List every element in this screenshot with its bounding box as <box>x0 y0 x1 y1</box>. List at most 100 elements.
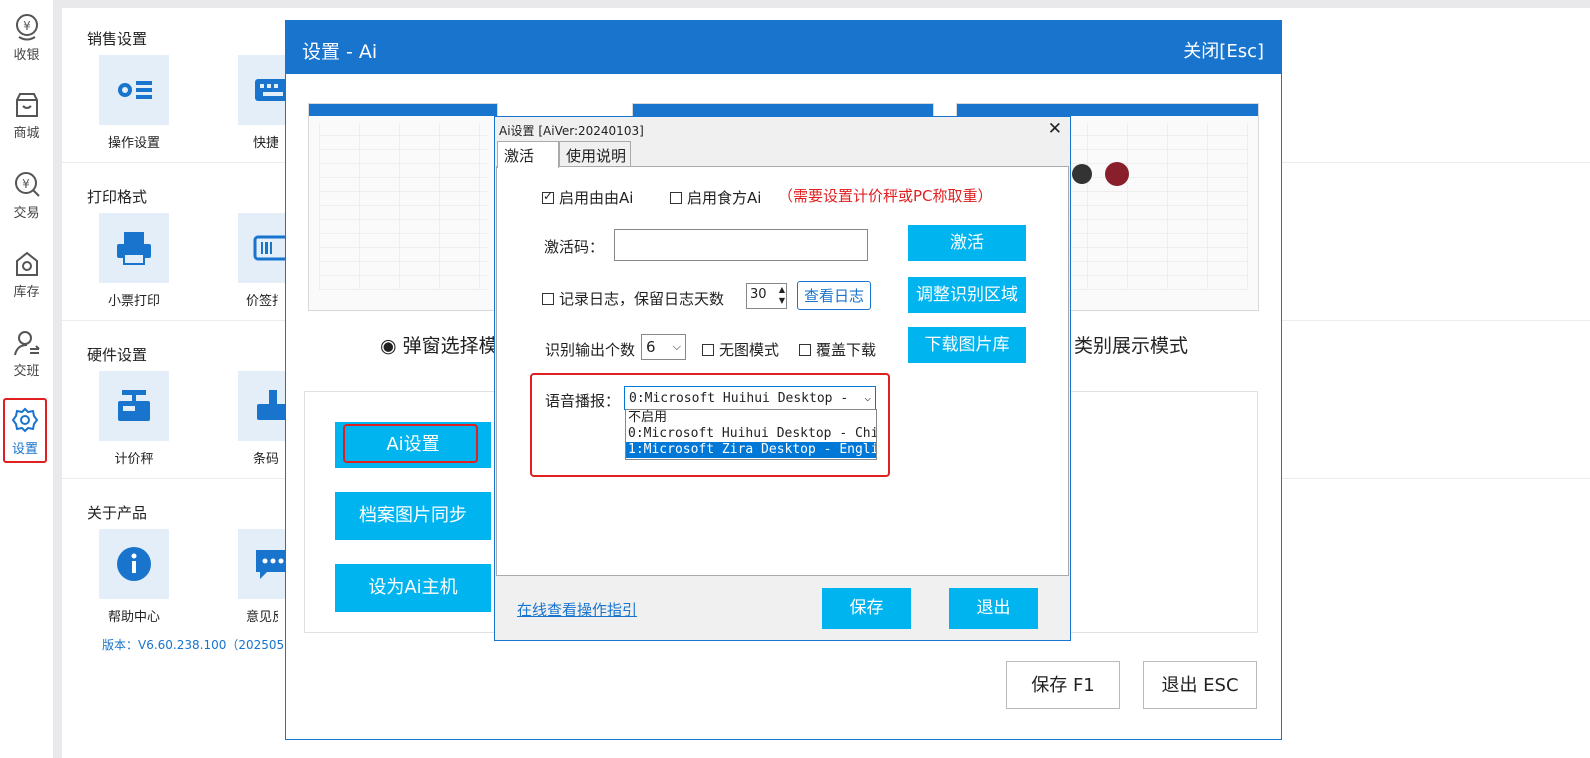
left-nav: ¥ 收银 商城 ¥ 交易 库存 交班 设置 <box>0 0 53 758</box>
nav-item-settings[interactable]: 设置 <box>3 398 47 463</box>
voice-option[interactable]: 0:Microsoft Huihui Desktop - Chi <box>626 426 876 442</box>
log-days-value: 30 <box>750 287 767 302</box>
no-image-checkbox[interactable]: 无图模式 <box>702 339 779 360</box>
nav-label: 交易 <box>13 206 40 221</box>
voice-dropdown-list: 不启用 0:Microsoft Huihui Desktop - Chi 1:M… <box>625 409 877 460</box>
checkbox-box <box>702 343 714 356</box>
voice-option[interactable]: 不启用 <box>626 410 876 426</box>
tile-receipt-print[interactable] <box>99 213 169 283</box>
tile-label: 操作设置 <box>107 136 160 151</box>
output-count-select[interactable]: 6 ⌵ <box>641 334 686 360</box>
tile-operation-settings[interactable] <box>99 55 169 125</box>
checkbox-label: 覆盖下载 <box>816 341 877 359</box>
app-root: ¥ 收银 商城 ¥ 交易 库存 交班 设置 销售设置 操作设置 快捷 打印格式 … <box>0 0 1590 758</box>
dialog-save-button[interactable]: 保存 <box>822 588 911 629</box>
tile-help-center[interactable] <box>99 529 169 599</box>
checkbox-box <box>799 343 811 356</box>
section-title-print: 打印格式 <box>87 188 148 206</box>
nav-label: 商城 <box>13 126 40 141</box>
save-f1-button[interactable]: 保存 F1 <box>1006 661 1120 709</box>
dialog-close-button[interactable]: ✕ <box>1048 119 1062 139</box>
checkbox-label: 启用食方Ai <box>687 189 762 207</box>
checkbox-box <box>542 189 554 204</box>
nav-label: 交班 <box>13 364 40 379</box>
exit-esc-button[interactable]: 退出 ESC <box>1143 661 1257 709</box>
checkbox-label: 无图模式 <box>719 341 780 359</box>
voice-option[interactable]: 1:Microsoft Zira Desktop - Engli <box>626 442 876 458</box>
mode-option-category[interactable]: 类别展示模式 <box>1074 331 1188 358</box>
tab-activate[interactable]: 激活 <box>497 141 559 168</box>
nav-label: 收银 <box>13 48 40 63</box>
tile-label: 帮助中心 <box>107 610 160 625</box>
svg-text:¥: ¥ <box>23 19 31 33</box>
select-value: 0:Microsoft Huihui Desktop - <box>629 390 849 406</box>
tile-label: 意见反馈 <box>246 610 278 625</box>
download-library-button[interactable]: 下载图片库 <box>908 327 1026 363</box>
checkbox-label: 记录日志，保留日志天数 <box>559 290 725 308</box>
checkbox-box <box>542 292 554 305</box>
output-count-label: 识别输出个数 <box>545 341 636 359</box>
adjust-region-button[interactable]: 调整识别区域 <box>908 277 1026 313</box>
voice-select[interactable]: 0:Microsoft Huihui Desktop - ⌵ <box>624 386 876 410</box>
record-log-checkbox[interactable]: 记录日志，保留日志天数 <box>542 288 724 309</box>
tile-label: 条码秤 <box>253 452 278 467</box>
enable-youyou-checkbox[interactable]: 启用由由Ai <box>542 187 633 208</box>
user-handover-icon <box>13 331 40 356</box>
yuan-search-icon: ¥ <box>14 172 40 197</box>
select-value: 6 <box>646 338 656 356</box>
settings-list-icon <box>118 81 152 99</box>
tile-label: 快捷键 <box>253 136 278 151</box>
nav-item-shop[interactable]: 商城 <box>0 84 53 154</box>
section-title-about: 关于产品 <box>87 504 148 522</box>
checkbox-box <box>670 191 682 204</box>
chevron-down-icon: ⌵ <box>672 340 681 353</box>
tile-label: 价签打印 <box>246 294 278 309</box>
section-title-sales: 销售设置 <box>87 30 148 48</box>
warning-text: （需要设置计价秤或PC称取重） <box>778 187 993 205</box>
mode-preview-popup[interactable] <box>308 103 498 311</box>
window-title: 设置 - Ai <box>302 41 378 63</box>
dialog-title: Ai设置 [AiVer:20240103] <box>499 124 644 138</box>
window-header: 设置 - Ai 关闭[Esc] <box>286 21 1281 74</box>
nav-item-handover[interactable]: 交班 <box>0 322 53 392</box>
scale-icon <box>118 390 150 421</box>
nav-label: 设置 <box>11 442 38 457</box>
yuan-cashier-icon: ¥ <box>15 14 38 41</box>
enable-shifang-checkbox[interactable]: 启用食方Ai <box>670 187 761 208</box>
activation-code-input[interactable] <box>614 229 868 261</box>
overwrite-download-checkbox[interactable]: 覆盖下载 <box>799 339 876 360</box>
fruit-thumbnail <box>1072 162 1129 186</box>
gear-icon <box>11 407 39 433</box>
tab-instructions[interactable]: 使用说明 <box>559 141 631 167</box>
chevron-down-icon: ⌵ <box>864 391 871 404</box>
tile-pricing-scale[interactable] <box>99 371 169 441</box>
nav-item-trade[interactable]: ¥ 交易 <box>0 164 53 234</box>
printer-icon <box>117 232 151 265</box>
activate-button[interactable]: 激活 <box>908 225 1026 261</box>
section-title-hardware: 硬件设置 <box>87 346 148 364</box>
sync-images-button[interactable]: 档案图片同步 <box>335 492 491 540</box>
nav-label: 库存 <box>13 285 40 300</box>
spinner-arrows-icon[interactable]: ▲ ▼ <box>779 284 785 306</box>
mode-option-popup[interactable]: ◉ 弹窗选择模 <box>380 331 498 358</box>
nav-item-cashier[interactable]: ¥ 收银 <box>0 6 53 76</box>
nav-item-inventory[interactable]: 库存 <box>0 243 53 313</box>
dialog-exit-button[interactable]: 退出 <box>949 588 1038 629</box>
voice-label: 语音播报： <box>545 392 621 410</box>
warehouse-icon <box>15 251 38 276</box>
info-icon <box>117 547 151 581</box>
tile-label: 小票打印 <box>107 294 160 309</box>
view-log-link[interactable]: 查看日志 <box>797 281 872 310</box>
window-close-button[interactable]: 关闭[Esc] <box>1183 37 1264 63</box>
svg-text:¥: ¥ <box>22 177 30 191</box>
activation-code-label: 激活码： <box>544 238 605 256</box>
online-guide-link[interactable]: 在线查看操作指引 <box>517 599 637 620</box>
set-ai-host-button[interactable]: 设为Ai主机 <box>335 564 491 612</box>
ai-settings-dialog: Ai设置 [AiVer:20240103] ✕ 激活 使用说明 启用由由Ai 启… <box>494 116 1071 641</box>
log-days-spinner[interactable]: 30 ▲ ▼ <box>746 283 787 309</box>
tile-label: 计价秤 <box>114 452 154 467</box>
shop-icon <box>15 93 38 117</box>
version-text: 版本：V6.60.238.100（20250513 <box>102 638 300 652</box>
highlight-box <box>343 424 478 463</box>
checkbox-label: 启用由由Ai <box>559 189 634 207</box>
